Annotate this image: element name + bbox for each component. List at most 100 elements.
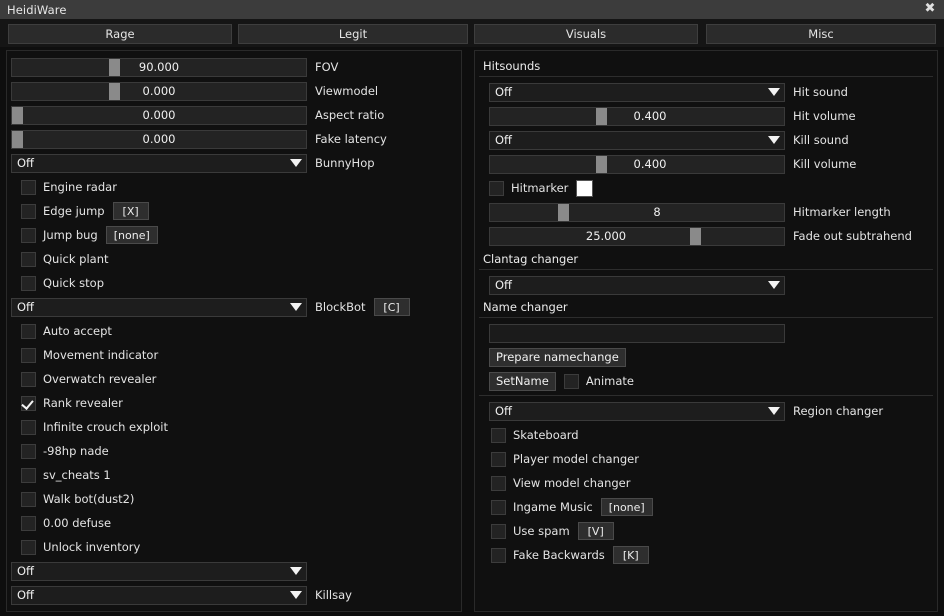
slider-fade-out-subtrahend[interactable]: 25.000: [489, 226, 785, 246]
dropdown-killsay[interactable]: Off: [11, 585, 307, 605]
checkbox-infinite-crouch-exploit[interactable]: [21, 419, 36, 435]
color-swatch-hitmarker[interactable]: [576, 179, 594, 197]
chevron-down-icon[interactable]: [768, 406, 780, 415]
row-bunnyhop: Off BunnyHop: [11, 151, 457, 175]
tab-misc[interactable]: Misc: [706, 24, 936, 44]
dropdown-unlabeled[interactable]: Off: [11, 561, 307, 581]
slider-handle[interactable]: [12, 106, 23, 124]
checkbox-unlock-inventory[interactable]: [21, 539, 36, 555]
slider-hit-volume[interactable]: 0.400: [489, 106, 785, 126]
checkbox-view-model-changer[interactable]: [491, 475, 506, 491]
label-quick-stop: Quick stop: [43, 276, 105, 290]
slider-viewmodel[interactable]: 0.000: [11, 81, 307, 101]
row-walk-bot: Walk bot(dust2): [11, 487, 457, 511]
tab-legit[interactable]: Legit: [238, 24, 468, 44]
dropdown-bunnyhop[interactable]: Off: [11, 153, 307, 173]
slider-handle[interactable]: [109, 82, 121, 100]
label-rank-revealer: Rank revealer: [43, 396, 123, 410]
tab-bar: Rage Legit Visuals Misc: [0, 19, 944, 47]
checkbox-engine-radar[interactable]: [21, 179, 36, 195]
dropdown-blockbot[interactable]: Off: [11, 297, 307, 317]
slider-fake-latency[interactable]: 0.000: [11, 129, 307, 149]
chevron-down-icon[interactable]: [290, 566, 302, 575]
slider-value: 8: [653, 205, 661, 219]
tab-rage[interactable]: Rage: [8, 24, 232, 44]
label-auto-accept: Auto accept: [43, 324, 112, 338]
label-blockbot: BlockBot: [315, 300, 366, 314]
checkbox-jump-bug[interactable]: [21, 227, 36, 243]
prepare-namechange-button[interactable]: Prepare namechange: [489, 347, 626, 367]
label-walk-bot: Walk bot(dust2): [43, 492, 135, 506]
row-clantag: Off: [479, 273, 933, 297]
slider-handle[interactable]: [595, 155, 607, 173]
slider-handle[interactable]: [557, 203, 569, 221]
row-skateboard: Skateboard: [479, 423, 933, 447]
titlebar: HeidiWare ✖: [0, 0, 944, 19]
row-hit-volume: 0.400 Hit volume: [479, 104, 933, 128]
checkbox-overwatch-revealer[interactable]: [21, 371, 36, 387]
checkbox-ingame-music[interactable]: [491, 499, 506, 515]
dropdown-clantag[interactable]: Off: [489, 275, 785, 295]
tab-label: Legit: [338, 27, 368, 41]
checkbox-98hp-nade[interactable]: [21, 443, 36, 459]
checkbox-walk-bot[interactable]: [21, 491, 36, 507]
slider-handle[interactable]: [689, 227, 701, 245]
keybind-jump-bug[interactable]: [none]: [105, 226, 158, 244]
row-edge-jump: Edge jump [X]: [11, 199, 457, 223]
keybind-ingame-music[interactable]: [none]: [600, 498, 653, 516]
group-title: Clantag changer: [483, 251, 579, 266]
name-input[interactable]: [489, 323, 785, 343]
chevron-down-icon[interactable]: [768, 280, 780, 289]
checkbox-auto-accept[interactable]: [21, 323, 36, 339]
slider-handle[interactable]: [595, 107, 607, 125]
checkbox-quick-plant[interactable]: [21, 251, 36, 267]
label-edge-jump: Edge jump: [43, 204, 105, 218]
chevron-down-icon[interactable]: [290, 302, 302, 311]
keybind-edge-jump[interactable]: [X]: [112, 202, 149, 220]
row-defuse: 0.00 defuse: [11, 511, 457, 535]
keybind-use-spam[interactable]: [V]: [577, 522, 614, 540]
dropdown-value: Off: [17, 156, 34, 170]
row-kill-volume: 0.400 Kill volume: [479, 152, 933, 176]
checkbox-defuse[interactable]: [21, 515, 36, 531]
label-overwatch-revealer: Overwatch revealer: [43, 372, 157, 386]
chevron-down-icon[interactable]: [768, 87, 780, 96]
slider-handle[interactable]: [12, 130, 23, 148]
chevron-down-icon[interactable]: [290, 158, 302, 167]
row-dropdown-unlabeled: Off: [11, 559, 457, 583]
checkbox-animate[interactable]: [563, 373, 579, 389]
row-hit-sound: Off Hit sound: [479, 80, 933, 104]
checkbox-hitmarker[interactable]: [489, 180, 504, 196]
checkbox-skateboard[interactable]: [491, 427, 506, 443]
label-view-model-changer: View model changer: [513, 476, 631, 490]
group-header-clantag-changer: Clantag changer: [479, 248, 933, 269]
slider-value: 90.000: [138, 60, 180, 74]
keybind-blockbot[interactable]: [C]: [373, 298, 410, 316]
keybind-fake-backwards[interactable]: [K]: [612, 546, 649, 564]
label-quick-plant: Quick plant: [43, 252, 109, 266]
row-hitmarker: Hitmarker: [479, 176, 933, 200]
checkbox-use-spam[interactable]: [491, 523, 506, 539]
dropdown-region-changer[interactable]: Off: [489, 401, 785, 421]
chevron-down-icon[interactable]: [290, 590, 302, 599]
checkbox-sv-cheats[interactable]: [21, 467, 36, 483]
slider-aspect-ratio[interactable]: 0.000: [11, 105, 307, 125]
slider-kill-volume[interactable]: 0.400: [489, 154, 785, 174]
slider-hitmarker-length[interactable]: 8: [489, 202, 785, 222]
tab-visuals[interactable]: Visuals: [474, 24, 698, 44]
chevron-down-icon[interactable]: [768, 135, 780, 144]
checkbox-quick-stop[interactable]: [21, 275, 36, 291]
checkbox-player-model-changer[interactable]: [491, 451, 506, 467]
setname-button[interactable]: SetName: [489, 371, 556, 391]
close-icon[interactable]: ✖: [922, 1, 938, 17]
dropdown-value: Off: [495, 278, 512, 292]
dropdown-kill-sound[interactable]: Off: [489, 130, 785, 150]
row-auto-accept: Auto accept: [11, 319, 457, 343]
slider-fov[interactable]: 90.000: [11, 57, 307, 77]
slider-handle[interactable]: [109, 58, 121, 76]
dropdown-hit-sound[interactable]: Off: [489, 82, 785, 102]
checkbox-movement-indicator[interactable]: [21, 347, 36, 363]
checkbox-fake-backwards[interactable]: [491, 547, 506, 563]
checkbox-rank-revealer[interactable]: [21, 395, 36, 411]
checkbox-edge-jump[interactable]: [21, 203, 36, 219]
